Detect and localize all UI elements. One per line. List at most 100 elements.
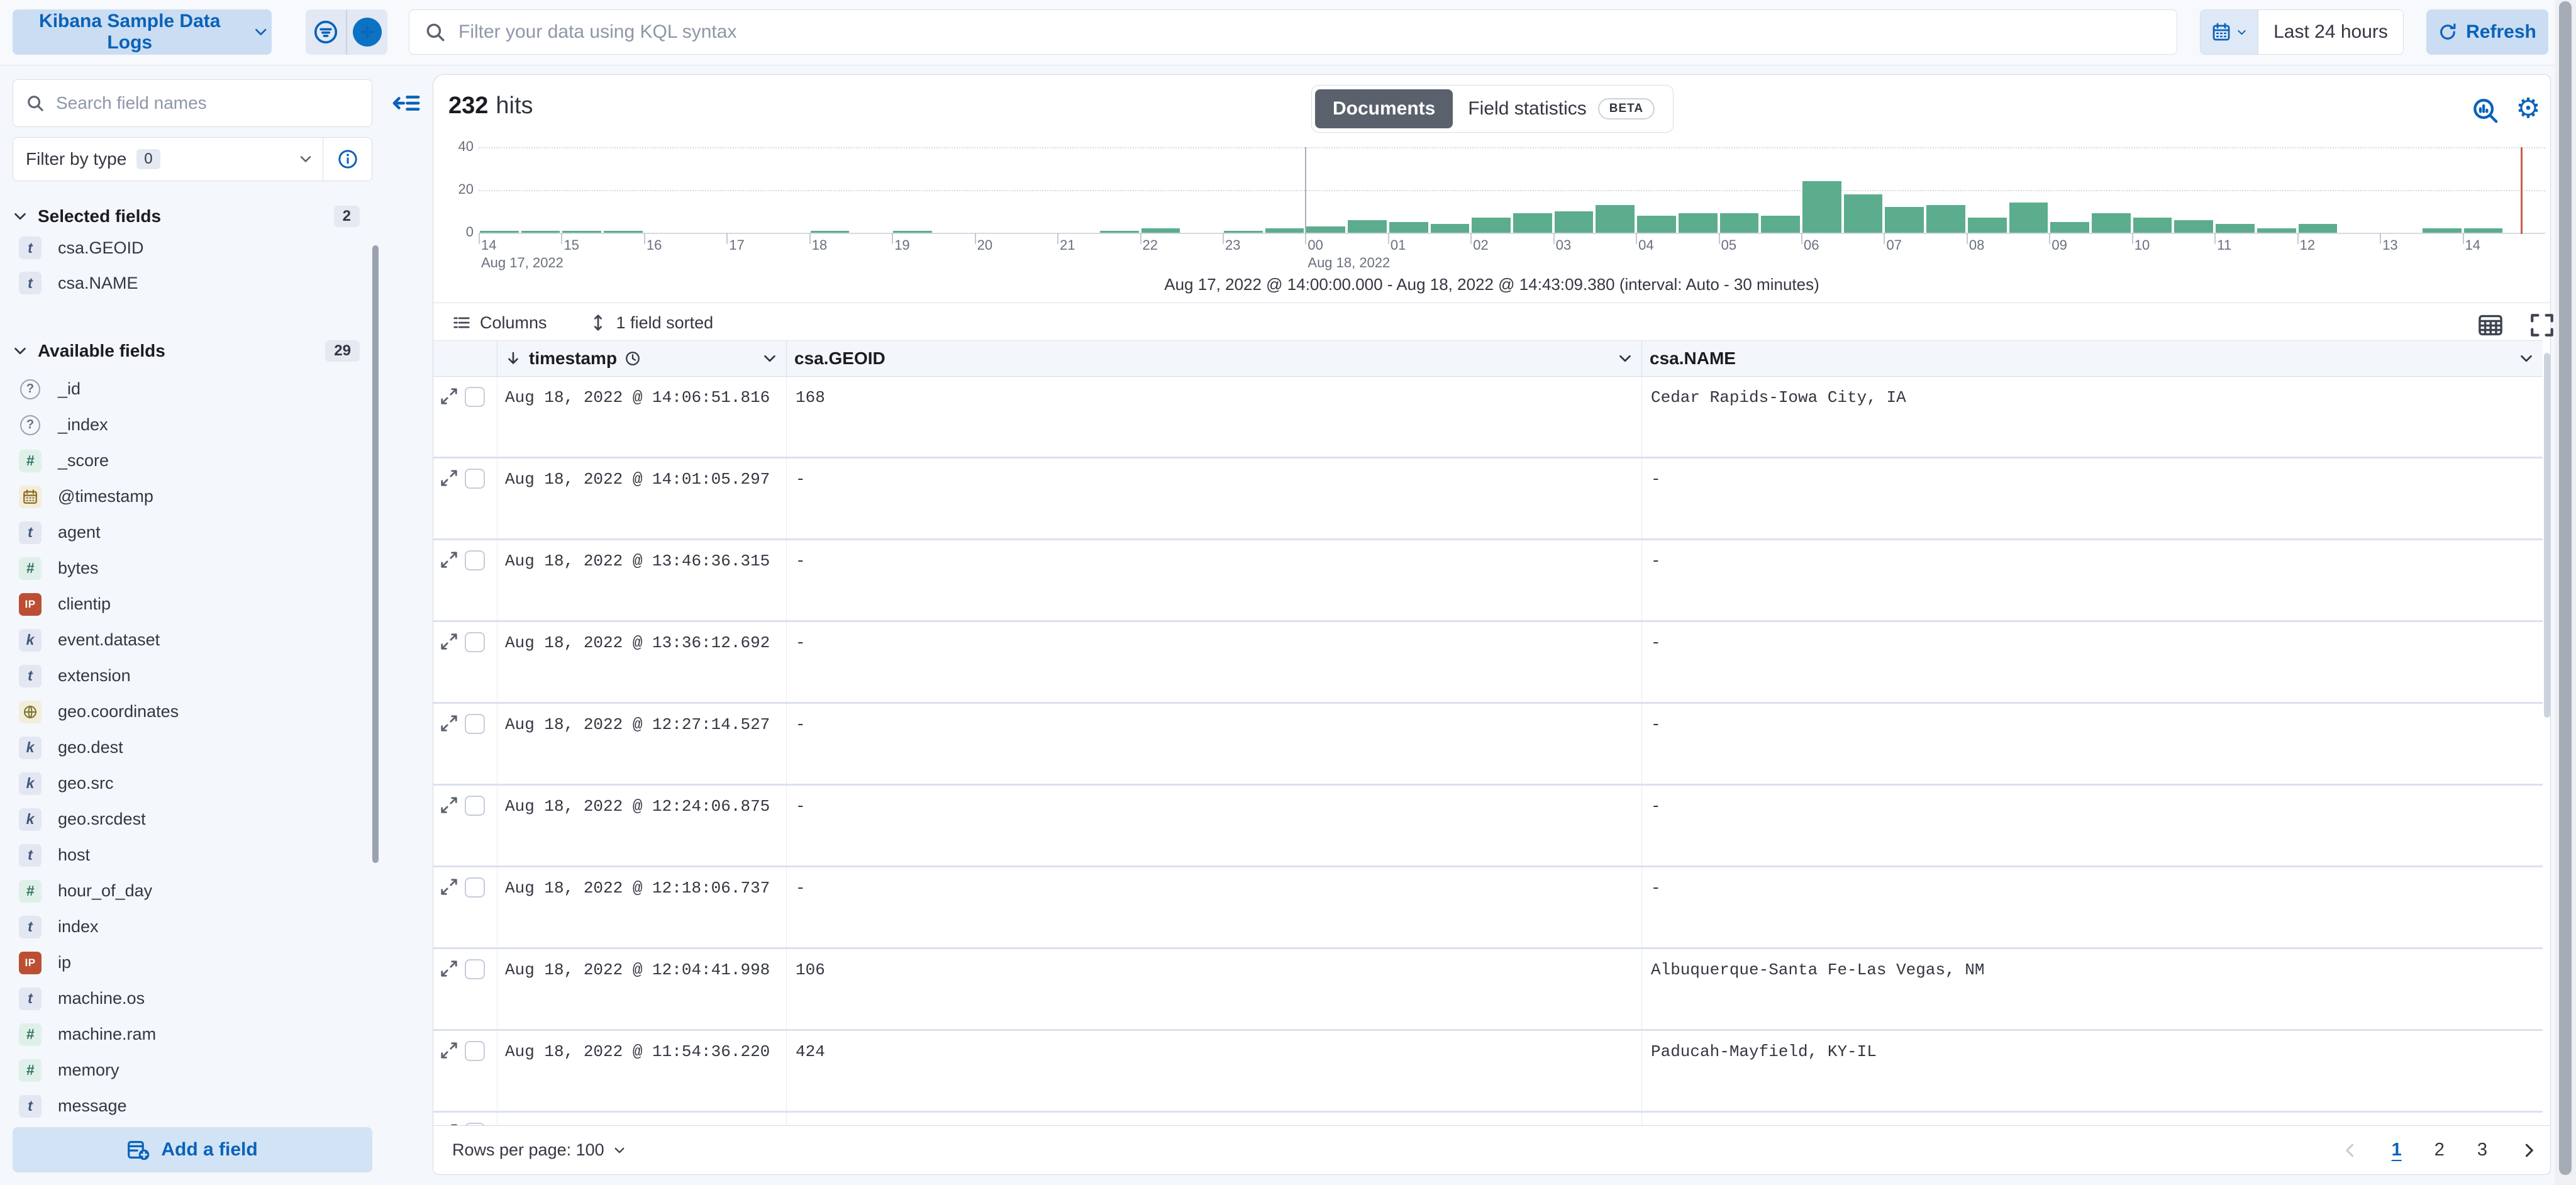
field-item[interactable]: textension bbox=[13, 658, 372, 694]
field-item[interactable]: kevent.dataset bbox=[13, 622, 372, 658]
kql-search-bar[interactable]: Filter your data using KQL syntax bbox=[409, 9, 2177, 55]
data-view-picker-button[interactable]: Kibana Sample Data Logs bbox=[13, 9, 272, 55]
column-menu-chevron-icon[interactable] bbox=[762, 351, 777, 366]
field-item[interactable]: tmachine.os bbox=[13, 981, 372, 1016]
expand-row-icon[interactable] bbox=[440, 632, 458, 651]
time-range-label: Last 24 hours bbox=[2273, 21, 2388, 43]
page-3-button[interactable]: 3 bbox=[2477, 1140, 2487, 1160]
field-item[interactable]: IPclientip bbox=[13, 586, 372, 622]
field-item[interactable]: tagent bbox=[13, 515, 372, 550]
field-item[interactable]: tcsa.GEOID bbox=[13, 230, 372, 265]
inspect-button[interactable] bbox=[2471, 96, 2500, 125]
histogram-bin bbox=[2463, 147, 2504, 233]
date-picker-menu-button[interactable] bbox=[2201, 10, 2258, 54]
column-header-csa-geoid[interactable]: csa.GEOID bbox=[787, 341, 1642, 376]
row-checkbox[interactable] bbox=[465, 1041, 485, 1061]
sidebar-scrollbar[interactable] bbox=[372, 245, 379, 863]
expand-row-icon[interactable] bbox=[440, 877, 458, 896]
field-item[interactable]: tcsa.NAME bbox=[13, 265, 372, 301]
window-scrollbar-thumb[interactable] bbox=[2559, 1, 2572, 1175]
chevron-down-icon[interactable] bbox=[299, 152, 313, 166]
field-info-button[interactable] bbox=[323, 138, 372, 181]
next-page-icon[interactable] bbox=[2520, 1142, 2538, 1159]
field-name: extension bbox=[58, 666, 131, 686]
row-checkbox[interactable] bbox=[465, 387, 485, 407]
add-filter-button[interactable] bbox=[347, 9, 387, 55]
saved-query-menu-button[interactable] bbox=[306, 9, 347, 55]
refresh-button[interactable]: Refresh bbox=[2426, 9, 2548, 55]
timestamp-cell: Aug 18, 2022 @ 14:01:05.297 bbox=[497, 459, 787, 538]
expand-row-icon[interactable] bbox=[440, 1041, 458, 1060]
columns-button[interactable]: Columns bbox=[448, 313, 551, 333]
column-menu-chevron-icon[interactable] bbox=[1618, 351, 1633, 366]
expand-row-icon[interactable] bbox=[440, 959, 458, 978]
histogram-bin bbox=[1512, 147, 1553, 233]
histogram-bar bbox=[521, 231, 560, 233]
row-checkbox[interactable] bbox=[465, 550, 485, 570]
field-item[interactable]: #bytes bbox=[13, 550, 372, 586]
row-checkbox[interactable] bbox=[465, 959, 485, 979]
column-menu-chevron-icon[interactable] bbox=[2519, 351, 2534, 366]
chart-options-button[interactable]: ⚙ bbox=[2512, 91, 2544, 126]
row-checkbox[interactable] bbox=[465, 877, 485, 898]
field-item[interactable]: #memory bbox=[13, 1052, 372, 1088]
available-fields-section-header[interactable]: Available fields 29 bbox=[13, 337, 372, 365]
fullscreen-button[interactable] bbox=[2525, 311, 2559, 339]
selected-fields-section-header[interactable]: Selected fields 2 bbox=[13, 203, 372, 230]
field-item[interactable]: #machine.ram bbox=[13, 1016, 372, 1052]
x-axis-tick-label: 05 bbox=[1719, 237, 1736, 253]
column-header-timestamp[interactable]: timestamp bbox=[497, 341, 787, 376]
row-controls-cell bbox=[433, 786, 497, 865]
sort-fields-button[interactable]: 1 field sorted bbox=[585, 313, 718, 333]
rows-per-page-button[interactable]: Rows per page: 100 bbox=[448, 1140, 630, 1160]
row-checkbox[interactable] bbox=[465, 796, 485, 816]
expand-row-icon[interactable] bbox=[440, 796, 458, 815]
expand-row-icon[interactable] bbox=[440, 387, 458, 406]
field-item[interactable]: ?_id bbox=[13, 371, 372, 407]
row-checkbox[interactable] bbox=[465, 469, 485, 489]
page-1-button[interactable]: 1 bbox=[2392, 1140, 2402, 1160]
table-scrollbar[interactable] bbox=[2544, 353, 2550, 718]
histogram-bin bbox=[1430, 147, 1471, 233]
y-axis-tick-label: 40 bbox=[433, 138, 474, 155]
field-item[interactable]: tmessage bbox=[13, 1088, 372, 1124]
csa-geoid-cell: 168 bbox=[787, 377, 1642, 457]
column-header-csa-name[interactable]: csa.NAME bbox=[1642, 341, 2543, 376]
expand-row-icon[interactable] bbox=[440, 550, 458, 569]
field-item[interactable]: thost bbox=[13, 837, 372, 873]
view-mode-tabs: Documents Field statistics BETA bbox=[1311, 85, 1674, 133]
field-item[interactable]: ?_index bbox=[13, 407, 372, 443]
histogram-bar bbox=[1596, 205, 1635, 233]
page-2-button[interactable]: 2 bbox=[2434, 1140, 2445, 1160]
window-scrollbar-track[interactable] bbox=[2555, 0, 2576, 1185]
display-options-button[interactable] bbox=[2473, 311, 2507, 339]
tab-field-statistics[interactable]: Field statistics BETA bbox=[1453, 89, 1670, 128]
field-item[interactable]: kgeo.src bbox=[13, 765, 372, 801]
field-search-placeholder: Search field names bbox=[56, 93, 207, 113]
previous-page-icon[interactable] bbox=[2341, 1142, 2359, 1159]
filter-by-type-label[interactable]: Filter by type bbox=[26, 149, 126, 169]
field-item[interactable]: #hour_of_day bbox=[13, 873, 372, 909]
add-field-button[interactable]: Add a field bbox=[13, 1127, 372, 1172]
field-item[interactable]: geo.coordinates bbox=[13, 694, 372, 730]
expand-row-icon[interactable] bbox=[440, 714, 458, 733]
field-search-input[interactable]: Search field names bbox=[13, 79, 372, 127]
row-checkbox[interactable] bbox=[465, 632, 485, 652]
time-range-value-button[interactable]: Last 24 hours bbox=[2258, 10, 2403, 54]
keyword-token-icon: k bbox=[19, 772, 42, 795]
field-item[interactable]: @timestamp bbox=[13, 479, 372, 515]
histogram-bar bbox=[1926, 205, 1965, 233]
field-item[interactable]: kgeo.srcdest bbox=[13, 801, 372, 837]
collapse-sidebar-button[interactable] bbox=[392, 89, 420, 117]
row-checkbox[interactable] bbox=[465, 714, 485, 734]
field-item[interactable]: IPip bbox=[13, 945, 372, 981]
expand-row-icon[interactable] bbox=[440, 469, 458, 487]
field-item[interactable]: tindex bbox=[13, 909, 372, 945]
field-item[interactable]: #_score bbox=[13, 443, 372, 479]
histogram-bar bbox=[562, 231, 601, 233]
row-controls-cell bbox=[433, 459, 497, 538]
histogram-plot[interactable] bbox=[479, 147, 2545, 233]
tab-documents[interactable]: Documents bbox=[1315, 89, 1453, 128]
field-item[interactable]: kgeo.dest bbox=[13, 730, 372, 765]
x-axis-tick-label: 11 bbox=[2214, 237, 2231, 253]
